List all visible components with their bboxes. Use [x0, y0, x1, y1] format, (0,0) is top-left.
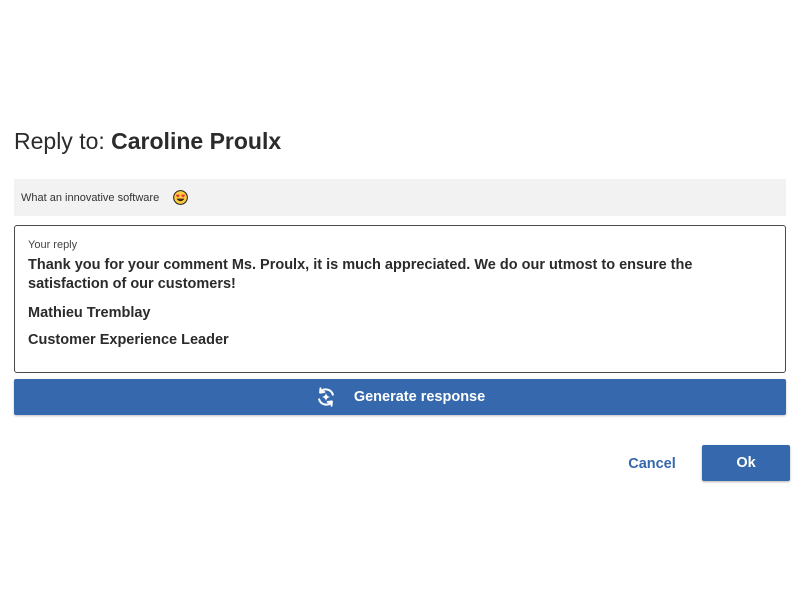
- generate-response-label: Generate response: [353, 389, 486, 405]
- signature-title: Customer Experience Leader: [28, 332, 229, 348]
- heart-eyes-emoji-icon: [173, 190, 189, 205]
- original-comment: What an innovative software: [14, 179, 786, 216]
- recipient-name: Caroline Proulx: [111, 128, 282, 154]
- reply-label: Your reply: [28, 239, 78, 251]
- comment-text: What an innovative software: [21, 191, 160, 204]
- reply-paragraph: Thank you for your comment Ms. Proulx, i…: [28, 257, 693, 292]
- ai-generate-icon: [315, 386, 337, 408]
- cancel-button[interactable]: Cancel: [615, 447, 689, 481]
- ok-button[interactable]: Ok: [702, 445, 790, 481]
- page-title: Reply to: Caroline Proulx: [14, 128, 281, 155]
- reply-dialog: Reply to: Caroline Proulx What an innova…: [0, 0, 800, 600]
- reply-textarea[interactable]: Your reply Thank you for your comment Ms…: [14, 225, 786, 373]
- signature-name: Mathieu Tremblay: [28, 305, 151, 321]
- title-prefix: Reply to:: [14, 128, 105, 154]
- generate-response-button[interactable]: Generate response: [14, 379, 786, 415]
- reply-text[interactable]: Thank you for your comment Ms. Proulx, i…: [28, 256, 758, 350]
